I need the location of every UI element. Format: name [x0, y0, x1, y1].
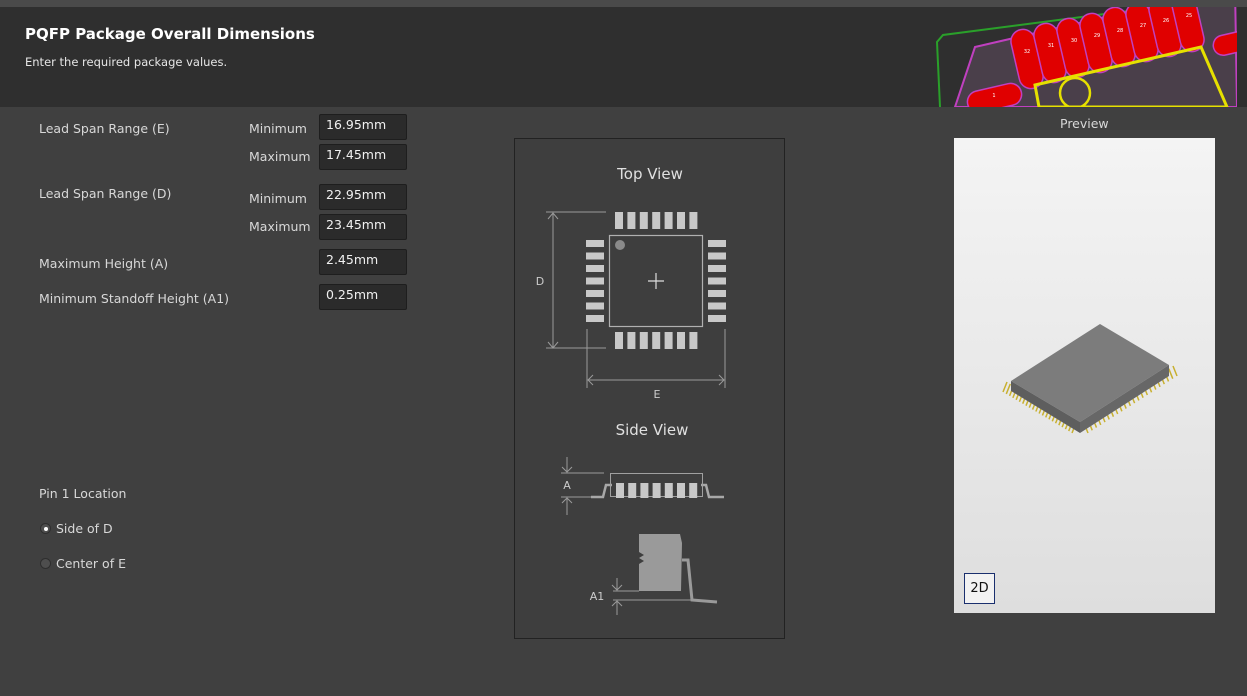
pad	[586, 252, 604, 260]
lead	[1002, 381, 1008, 393]
pad-number: 32	[1024, 49, 1030, 55]
top-view-title: Top View	[616, 165, 683, 183]
pad	[689, 332, 698, 349]
pad	[708, 277, 726, 285]
pad-number: 29	[1094, 33, 1100, 39]
dimension-lines	[546, 211, 726, 388]
pad-number: 30	[1071, 38, 1077, 44]
pad	[628, 483, 637, 498]
radio-side-of-d-label[interactable]: Side of D	[56, 521, 113, 536]
pad	[677, 212, 685, 229]
min-standoff-label: Minimum Standoff Height (A1)	[39, 291, 230, 306]
max-height-input[interactable]: 2.45mm	[319, 249, 407, 275]
chip-3d-model	[1002, 324, 1178, 434]
dim-e-label: E	[654, 388, 661, 401]
radio-center-of-e-label[interactable]: Center of E	[56, 556, 126, 571]
pad-number: 27	[1140, 23, 1146, 29]
standoff-detail-drawing	[611, 534, 718, 615]
center-cross-icon	[648, 273, 664, 289]
pad	[664, 483, 673, 498]
lead-span-e-min-label: Minimum	[249, 121, 307, 136]
lead	[1005, 383, 1011, 395]
pad	[586, 315, 604, 322]
pad	[664, 212, 673, 229]
pad-number: 31	[1048, 43, 1054, 49]
pad	[586, 277, 604, 285]
pad	[627, 212, 636, 229]
pad	[677, 332, 685, 349]
preview-3d-viewport[interactable]: 2D	[954, 138, 1215, 613]
pin1-location-label: Pin 1 Location	[39, 486, 127, 501]
lead-span-d-max-input[interactable]: 23.45mm	[319, 214, 407, 240]
dim-a-label: A	[563, 479, 571, 492]
pad	[689, 483, 698, 498]
side-view-drawing	[561, 457, 724, 515]
pad	[615, 332, 623, 349]
pad	[708, 240, 726, 247]
lead-span-e-label: Lead Span Range (E)	[39, 121, 170, 136]
preview-label: Preview	[1060, 116, 1109, 131]
pad	[615, 212, 623, 229]
dimension-diagram: Top View D E Side View A A1	[514, 138, 785, 639]
pad-number: 28	[1117, 28, 1123, 34]
pin1-marker	[615, 240, 625, 250]
pcb-footprint-illustration: 32 31 30 29 28 27 26 25 1	[935, 7, 1237, 107]
pad	[586, 290, 604, 297]
page-subtitle: Enter the required package values.	[25, 55, 228, 69]
pad	[639, 212, 648, 229]
pad	[639, 332, 648, 349]
pad	[708, 265, 726, 272]
pad	[708, 252, 726, 260]
radio-center-of-e[interactable]	[40, 558, 51, 569]
pad	[652, 212, 661, 229]
pad	[586, 302, 604, 310]
pad	[708, 290, 726, 297]
dim-d-label: D	[536, 275, 544, 288]
lead-span-e-max-label: Maximum	[249, 149, 311, 164]
pad	[708, 315, 726, 322]
dim-a1-label: A1	[590, 590, 605, 603]
pad	[652, 332, 661, 349]
pad	[664, 332, 673, 349]
radio-side-of-d[interactable]	[40, 523, 51, 534]
lead-span-e-max-input[interactable]: 17.45mm	[319, 144, 407, 170]
pad	[652, 483, 661, 498]
pad	[689, 212, 698, 229]
pad	[616, 483, 624, 498]
pad-number: 25	[1186, 13, 1192, 19]
pad	[677, 483, 685, 498]
toggle-2d-button[interactable]: 2D	[964, 573, 995, 604]
lead-span-d-label: Lead Span Range (D)	[39, 186, 172, 201]
side-view-title: Side View	[616, 421, 689, 439]
pad	[586, 265, 604, 272]
pad	[640, 483, 649, 498]
pad-number: 1	[992, 93, 995, 99]
lead-span-d-max-label: Maximum	[249, 219, 311, 234]
min-standoff-input[interactable]: 0.25mm	[319, 284, 407, 310]
lead-span-d-min-label: Minimum	[249, 191, 307, 206]
page-title: PQFP Package Overall Dimensions	[25, 25, 315, 43]
lead	[1172, 365, 1178, 377]
lead	[1168, 368, 1174, 379]
pad	[627, 332, 636, 349]
window-top-strip	[0, 0, 1247, 7]
max-height-label: Maximum Height (A)	[39, 256, 169, 271]
pad	[586, 240, 604, 247]
pad-number: 26	[1163, 18, 1169, 24]
lead-span-e-min-input[interactable]: 16.95mm	[319, 114, 407, 140]
lead-span-d-min-input[interactable]: 22.95mm	[319, 184, 407, 210]
pad	[708, 302, 726, 310]
